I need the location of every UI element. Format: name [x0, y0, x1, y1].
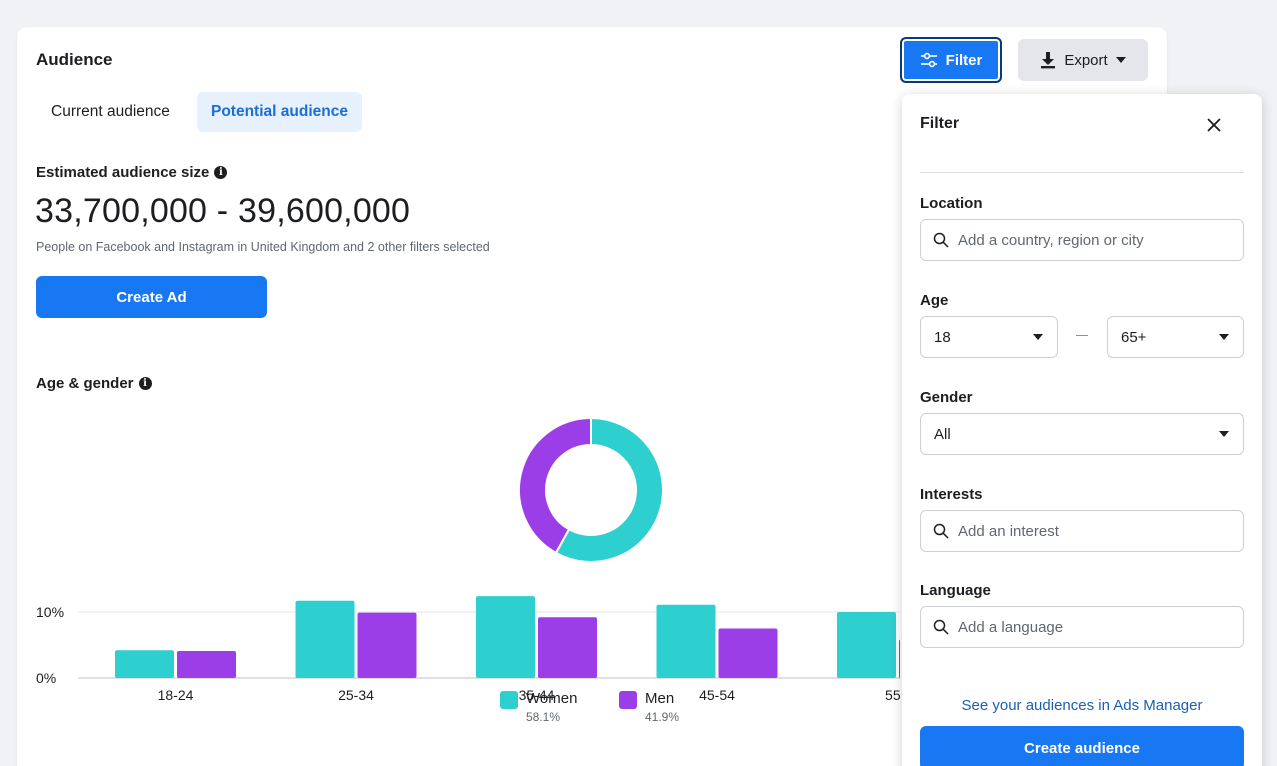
age-min-value: 18	[934, 328, 951, 346]
chevron-down-icon	[1219, 334, 1229, 340]
x-tick-label: 18-24	[158, 687, 194, 700]
create-audience-button[interactable]: Create audience	[920, 726, 1244, 766]
download-icon	[1041, 52, 1056, 69]
age-label: Age	[920, 292, 949, 309]
interests-placeholder: Add an interest	[958, 522, 1059, 540]
language-input[interactable]: Add a language	[920, 606, 1244, 648]
export-button[interactable]: Export	[1018, 39, 1148, 81]
bar-women-55-64	[837, 612, 896, 678]
search-icon	[933, 232, 949, 248]
age-max-value: 65+	[1121, 328, 1147, 346]
y-tick-label: 10%	[36, 604, 64, 620]
bar-men-25-34	[357, 612, 417, 678]
tab-potential-audience[interactable]: Potential audience	[197, 92, 362, 132]
info-icon[interactable]: i	[214, 166, 228, 179]
legend-swatch-men	[619, 691, 637, 709]
language-label: Language	[920, 582, 991, 599]
export-button-label: Export	[1064, 51, 1108, 69]
page-title: Audience	[36, 50, 113, 69]
legend-pct-men: 41.9%	[645, 710, 680, 724]
language-placeholder: Add a language	[958, 618, 1064, 636]
bar-men-18-24	[177, 650, 236, 678]
gender-value: All	[934, 425, 951, 443]
close-icon[interactable]	[1202, 113, 1226, 137]
bar-women-35-44	[476, 596, 535, 678]
legend-men: Men 41.9%	[619, 690, 679, 724]
legend-swatch-women	[500, 691, 518, 709]
bar-women-25-34	[295, 600, 355, 678]
gender-select[interactable]: All	[920, 413, 1244, 455]
legend-pct-women: 58.1%	[526, 710, 561, 724]
bar-men-45-54	[718, 628, 778, 678]
location-input[interactable]: Add a country, region or city	[920, 219, 1244, 261]
bar-men-35-44	[538, 617, 597, 678]
gender-label: Gender	[920, 389, 973, 406]
chevron-down-icon	[1219, 431, 1229, 437]
filter-button-label: Filter	[945, 51, 983, 69]
age-min-select[interactable]: 18	[920, 316, 1058, 358]
tab-current-audience[interactable]: Current audience	[37, 92, 184, 132]
estimated-size-label: Estimated audience size	[36, 164, 210, 181]
age-max-select[interactable]: 65+	[1107, 316, 1244, 358]
age-range-separator	[1076, 335, 1088, 336]
ads-manager-link[interactable]: See your audiences in Ads Manager	[902, 697, 1262, 714]
estimated-size-heading: Estimated audience size i	[36, 164, 228, 181]
chevron-down-icon	[1033, 334, 1043, 340]
filter-button[interactable]: Filter	[900, 37, 1002, 83]
bar-men-55-64	[899, 639, 900, 678]
legend-label-women: Women	[526, 690, 578, 707]
estimated-size-value: 33,700,000 - 39,600,000	[35, 192, 411, 230]
location-label: Location	[920, 195, 983, 212]
filter-panel-title: Filter	[920, 115, 960, 132]
chevron-down-icon	[1115, 57, 1126, 63]
x-tick-label: 25-34	[338, 687, 374, 700]
y-tick-label: 0%	[36, 670, 56, 686]
bar-women-45-54	[656, 604, 716, 678]
search-icon	[933, 523, 949, 539]
estimated-size-description: People on Facebook and Instagram in Unit…	[36, 240, 490, 254]
location-placeholder: Add a country, region or city	[958, 231, 1144, 249]
create-ad-button[interactable]: Create Ad	[36, 276, 267, 318]
interests-input[interactable]: Add an interest	[920, 510, 1244, 552]
legend-label-men: Men	[645, 690, 675, 707]
legend-women: Women 58.1%	[500, 690, 577, 724]
donut-slice-men	[518, 416, 592, 555]
x-tick-label: 45-54	[699, 687, 735, 700]
age-gender-chart: 10%0%18-2425-3435-4445-5455-(	[36, 416, 900, 700]
divider	[920, 172, 1244, 173]
search-icon	[933, 619, 949, 635]
filter-panel: Filter Location Add a country, region or…	[902, 94, 1262, 766]
bar-women-18-24	[115, 650, 174, 678]
interests-label: Interests	[920, 486, 983, 503]
sliders-icon	[920, 52, 937, 68]
x-tick-label: 55-(	[885, 687, 900, 700]
